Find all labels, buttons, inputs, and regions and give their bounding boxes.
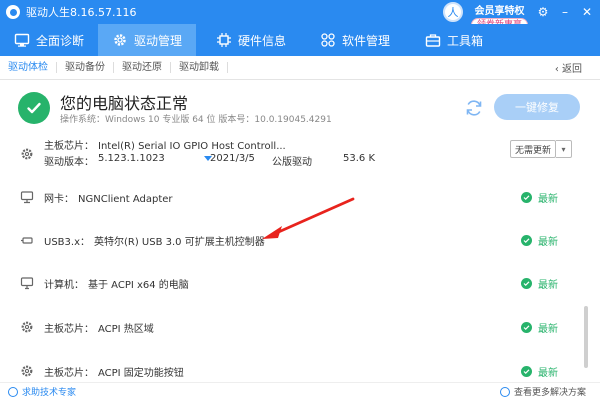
one-click-fix-button[interactable]: 一键修复	[494, 94, 580, 120]
check-icon	[521, 192, 532, 203]
scrollbar-thumb[interactable]	[584, 306, 588, 368]
status-badge: 最新	[521, 364, 558, 379]
settings-gear-icon[interactable]: ⚙	[536, 5, 550, 19]
ask-expert-link[interactable]: 求助技术专家	[8, 385, 76, 398]
back-button[interactable]: ‹ 返回	[555, 60, 582, 75]
subtab-driver-uninstall[interactable]: 驱动卸载	[171, 62, 228, 73]
driver-category: 主板芯片：	[44, 368, 94, 379]
app-title: 驱动人生8.16.57.116	[26, 6, 137, 19]
main-nav: 全面诊断 驱动管理 硬件信息 软件管理 工具箱	[0, 24, 600, 56]
driver-date: 2021/3/5	[210, 153, 255, 164]
check-icon	[521, 235, 532, 246]
status-badge: 最新	[521, 190, 558, 205]
tab-hardware-info[interactable]: 硬件信息	[196, 24, 306, 56]
monitor-icon	[14, 33, 30, 47]
tab-driver-management[interactable]: 驱动管理	[98, 24, 196, 56]
usb-icon	[20, 233, 34, 247]
driver-list: 主板芯片： Intel(R) Serial IO GPIO Host Contro…	[18, 134, 578, 380]
status-panel: 您的电脑状态正常 操作系统：Windows 10 专业版 64 位 版本号：10…	[18, 92, 582, 128]
check-icon	[521, 366, 532, 377]
title-bar-controls: 人 会员享特权 领券新惠享 ⚙ – ✕	[442, 0, 594, 32]
sub-tabs: 驱动体检 驱动备份 驱动还原 驱动卸载 ‹ 返回	[0, 56, 600, 80]
driver-row: 主板芯片： Intel(R) Serial IO GPIO Host Contro…	[18, 134, 578, 174]
info-icon	[499, 386, 510, 397]
toolbox-icon	[425, 34, 441, 47]
driver-name: ACPI 固定功能按钮	[98, 368, 184, 379]
driver-name: 基于 ACPI x64 的电脑	[88, 280, 189, 291]
driver-row: 主板芯片： ACPI 固定功能按钮 最新	[18, 362, 578, 380]
network-icon	[20, 190, 34, 204]
driver-category: 主板芯片：	[44, 324, 94, 335]
driver-type: 公版驱动	[272, 157, 312, 168]
footer: 求助技术专家 查看更多解决方案	[0, 382, 600, 400]
driver-category: 主板芯片：	[44, 141, 94, 152]
computer-icon	[20, 276, 34, 290]
gear-icon	[20, 147, 34, 161]
status-badge: 最新	[521, 320, 558, 335]
driver-category: 计算机：	[44, 280, 84, 291]
check-icon	[521, 278, 532, 289]
driver-name: ACPI 热区域	[98, 324, 154, 335]
title-bar: 驱动人生8.16.57.116 人 会员享特权 领券新惠享 ⚙ – ✕	[0, 0, 600, 32]
driver-name: 英特尔(R) USB 3.0 可扩展主机控制器	[94, 237, 265, 248]
apps-icon	[321, 33, 335, 47]
driver-row: 主板芯片： ACPI 热区域 最新	[18, 318, 578, 336]
system-info: 操作系统：Windows 10 专业版 64 位 版本号：10.0.19045.…	[60, 115, 332, 125]
gear-icon	[20, 364, 34, 378]
driver-name: NGNClient Adapter	[78, 194, 173, 205]
help-icon	[8, 386, 18, 397]
no-update-needed-button[interactable]: 无需更新	[510, 140, 556, 158]
chevron-left-icon: ‹	[554, 64, 562, 75]
driver-size: 53.6 K	[343, 153, 376, 164]
subtab-driver-restore[interactable]: 驱动还原	[114, 62, 171, 73]
annotation-arrow-icon	[262, 197, 355, 239]
status-ok-check-icon	[18, 92, 50, 124]
tab-software-management[interactable]: 软件管理	[306, 24, 404, 56]
check-icon	[521, 322, 532, 333]
minimize-icon[interactable]: –	[558, 5, 572, 19]
driver-name: Intel(R) Serial IO GPIO Host Controll...	[98, 141, 286, 152]
version-label: 驱动版本：	[44, 157, 94, 168]
driver-category: 网卡：	[44, 194, 74, 205]
driver-category: USB3.x：	[44, 237, 90, 248]
driver-version: 5.123.1.1023	[98, 153, 165, 164]
tab-full-diagnosis[interactable]: 全面诊断	[0, 24, 98, 56]
driver-row: 计算机： 基于 ACPI x64 的电脑 最新	[18, 274, 578, 292]
cpu-icon	[216, 33, 231, 47]
subtab-driver-checkup[interactable]: 驱动体检	[0, 62, 57, 73]
subtab-driver-backup[interactable]: 驱动备份	[57, 62, 114, 73]
tab-toolbox[interactable]: 工具箱	[404, 24, 504, 56]
status-title: 您的电脑状态正常	[60, 94, 189, 113]
vip-title: 会员享特权	[474, 6, 525, 17]
refresh-icon[interactable]	[464, 98, 484, 118]
gear-icon	[114, 34, 126, 46]
action-dropdown-chevron-icon[interactable]: ▾	[556, 140, 572, 158]
gear-icon	[20, 320, 34, 334]
more-solutions-link[interactable]: 查看更多解决方案	[499, 385, 586, 398]
status-badge: 最新	[521, 276, 558, 291]
close-icon[interactable]: ✕	[580, 5, 594, 19]
avatar[interactable]: 人	[442, 2, 463, 22]
status-badge: 最新	[521, 233, 558, 248]
app-logo-icon	[6, 5, 20, 19]
